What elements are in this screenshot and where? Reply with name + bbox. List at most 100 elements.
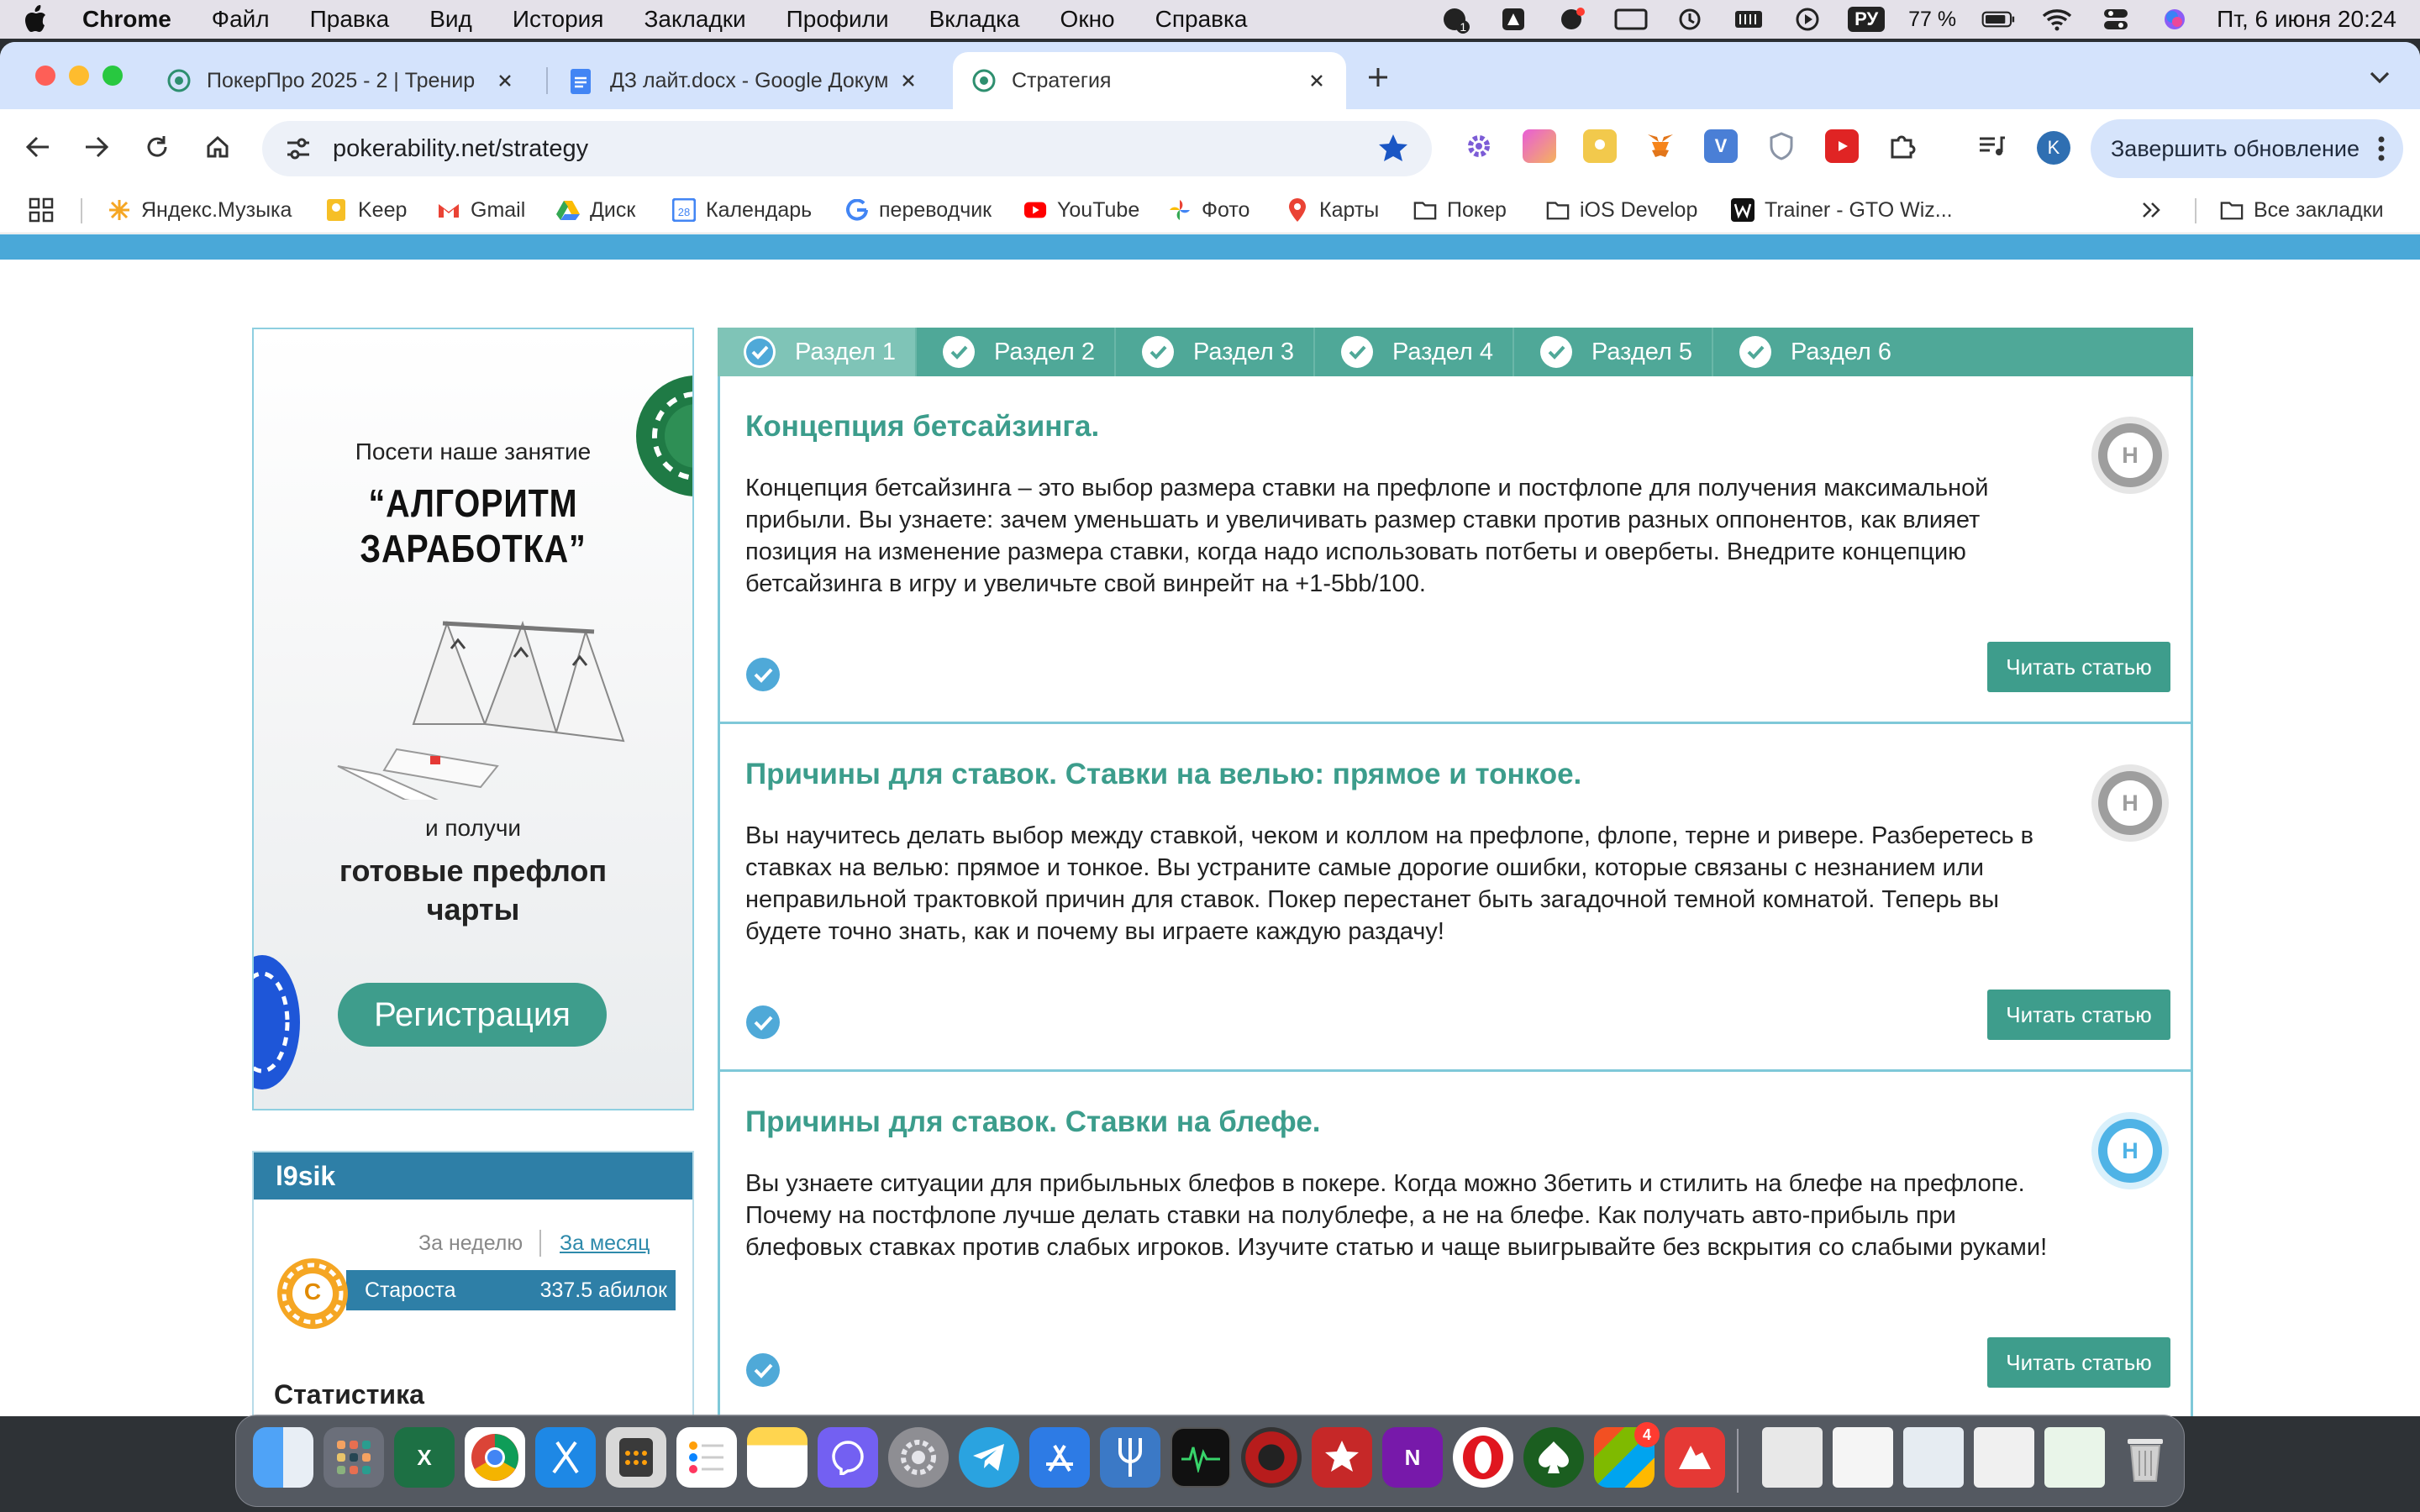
xcode-icon[interactable] (535, 1427, 596, 1488)
bookmark-calendar[interactable]: 28 Календарь (672, 193, 812, 227)
article-title[interactable]: Причины для ставок. Ставки на блефе. (745, 1105, 1321, 1139)
telegram-icon[interactable] (959, 1427, 1019, 1488)
activity-monitor-icon[interactable] (1171, 1427, 1231, 1488)
close-tab-icon[interactable] (1306, 70, 1328, 92)
bookmarks-overflow-icon[interactable] (2141, 193, 2161, 227)
ad-register-button[interactable]: Регистрация (338, 983, 607, 1047)
memory-icon[interactable] (1732, 7, 1765, 32)
fork-icon[interactable] (1100, 1427, 1160, 1488)
period-month-link[interactable]: За месяц (560, 1231, 650, 1256)
read-article-button[interactable]: Читать статью (1987, 1337, 2170, 1388)
wifi-icon[interactable] (2040, 7, 2074, 32)
tab-pokerpro[interactable]: ПокерПро 2025 - 2 | Тренир (148, 52, 534, 109)
menu-help[interactable]: Справка (1155, 6, 1248, 33)
trash-icon[interactable] (2115, 1427, 2175, 1488)
bookmark-gmail[interactable]: Gmail (437, 193, 525, 227)
bookmark-gto-wizard[interactable]: Trainer - GTO Wiz... (1731, 193, 1953, 227)
period-week-link[interactable]: За неделю (418, 1231, 523, 1256)
chrome-icon[interactable] (465, 1427, 525, 1488)
section-tab-1[interactable]: Раздел 1 (718, 328, 917, 376)
extension-gradient-icon[interactable] (1523, 129, 1556, 163)
forward-button[interactable] (77, 128, 116, 166)
play-icon[interactable] (1791, 7, 1824, 32)
notes-icon[interactable] (747, 1427, 808, 1488)
bookmark-translator[interactable]: переводчик (845, 193, 992, 227)
address-bar[interactable]: pokerability.net/strategy (262, 121, 1432, 176)
display-icon[interactable] (1614, 7, 1648, 32)
vpn-icon[interactable] (1497, 7, 1530, 32)
read-article-button[interactable]: Читать статью (1987, 642, 2170, 692)
reload-button[interactable] (138, 128, 176, 166)
poker-chip-app-icon[interactable] (1241, 1427, 1302, 1488)
section-tab-6[interactable]: Раздел 6 (1713, 328, 1912, 376)
menu-edit[interactable]: Правка (310, 6, 390, 33)
read-article-button[interactable]: Читать статью (1987, 990, 2170, 1040)
all-bookmarks[interactable]: Все закладки (2220, 193, 2384, 227)
menubar-datetime[interactable]: Пт, 6 июня 20:24 (2217, 6, 2396, 33)
system-settings-icon[interactable] (888, 1427, 949, 1488)
control-center-icon[interactable] (2099, 7, 2133, 32)
excel-icon[interactable]: X (394, 1427, 455, 1488)
bookmark-drive[interactable]: Диск (556, 193, 635, 227)
metamask-icon[interactable] (1644, 129, 1677, 163)
pokerstars-icon[interactable] (1312, 1427, 1372, 1488)
time-machine-icon[interactable] (1673, 7, 1707, 32)
extension-shield-icon[interactable] (1765, 129, 1798, 163)
app-store-icon[interactable] (1029, 1427, 1090, 1488)
bookmark-folder-ios[interactable]: iOS Develop (1546, 193, 1697, 227)
url-text[interactable]: pokerability.net/strategy (333, 135, 1376, 163)
recent-file-thumbnail[interactable] (1762, 1427, 1823, 1488)
opera-icon[interactable] (1453, 1427, 1513, 1488)
extension-youtube-icon[interactable] (1825, 129, 1859, 163)
article-title[interactable]: Концепция бетсайзинга. (745, 410, 1099, 444)
home-button[interactable] (198, 128, 237, 166)
menu-profiles[interactable]: Профили (786, 6, 889, 33)
username[interactable]: l9sik (254, 1152, 692, 1200)
bookmark-maps[interactable]: Карты (1286, 193, 1379, 227)
bookmark-star-icon[interactable] (1376, 132, 1410, 165)
microsoft-apps-icon[interactable]: 4 (1594, 1422, 1660, 1488)
tab-strategy[interactable]: Стратегия (953, 52, 1346, 109)
section-tab-2[interactable]: Раздел 2 (917, 328, 1116, 376)
calculator-icon[interactable] (606, 1427, 666, 1488)
recent-file-thumbnail[interactable] (2044, 1427, 2105, 1488)
extension-notes-icon[interactable] (1583, 129, 1617, 163)
viber-icon[interactable] (818, 1427, 878, 1488)
poker-spade-icon[interactable] (1523, 1427, 1584, 1488)
recent-file-thumbnail[interactable] (1974, 1427, 2034, 1488)
article-title[interactable]: Причины для ставок. Ставки на велью: пря… (745, 758, 1581, 791)
recent-file-thumbnail[interactable] (1903, 1427, 1964, 1488)
section-tab-3[interactable]: Раздел 3 (1116, 328, 1315, 376)
bookmark-yandex-music[interactable]: Яндекс.Музыка (108, 193, 292, 227)
fullscreen-window-button[interactable] (103, 66, 123, 86)
siri-icon[interactable] (2158, 7, 2191, 32)
bookmark-youtube[interactable]: YouTube (1023, 193, 1139, 227)
menu-file[interactable]: Файл (212, 6, 270, 33)
section-tab-4[interactable]: Раздел 4 (1315, 328, 1514, 376)
menu-bookmarks[interactable]: Закладки (644, 6, 745, 33)
menu-view[interactable]: Вид (429, 6, 472, 33)
menu-tab[interactable]: Вкладка (929, 6, 1020, 33)
tab-search-button[interactable] (2360, 57, 2400, 97)
onenote-icon[interactable]: N (1382, 1427, 1443, 1488)
apple-icon[interactable] (24, 5, 49, 34)
pdf-expert-icon[interactable] (1665, 1427, 1725, 1488)
tab-google-docs[interactable]: ДЗ лайт.docx - Google Докум (551, 52, 938, 109)
section-tab-5[interactable]: Раздел 5 (1514, 328, 1713, 376)
back-button[interactable] (18, 128, 57, 166)
profile-avatar[interactable]: K (2037, 131, 2070, 165)
keyboard-layout-indicator[interactable]: РУ (1848, 7, 1886, 32)
site-settings-icon[interactable] (284, 134, 313, 163)
new-tab-button[interactable] (1363, 62, 1393, 92)
menu-window[interactable]: Окно (1060, 6, 1115, 33)
ad-banner[interactable]: Посети наше занятие “АЛГОРИТМ ЗАРАБОТКА”… (252, 328, 694, 1110)
recent-file-thumbnail[interactable] (1833, 1427, 1893, 1488)
battery-icon[interactable] (1981, 7, 2015, 32)
apps-grid-icon[interactable] (29, 193, 54, 227)
extension-gear-icon[interactable] (1462, 129, 1496, 163)
extensions-puzzle-icon[interactable] (1886, 129, 1919, 163)
close-window-button[interactable] (35, 66, 55, 86)
menu-history[interactable]: История (513, 6, 604, 33)
close-tab-icon[interactable] (494, 70, 516, 92)
messenger-icon[interactable] (1555, 7, 1589, 32)
